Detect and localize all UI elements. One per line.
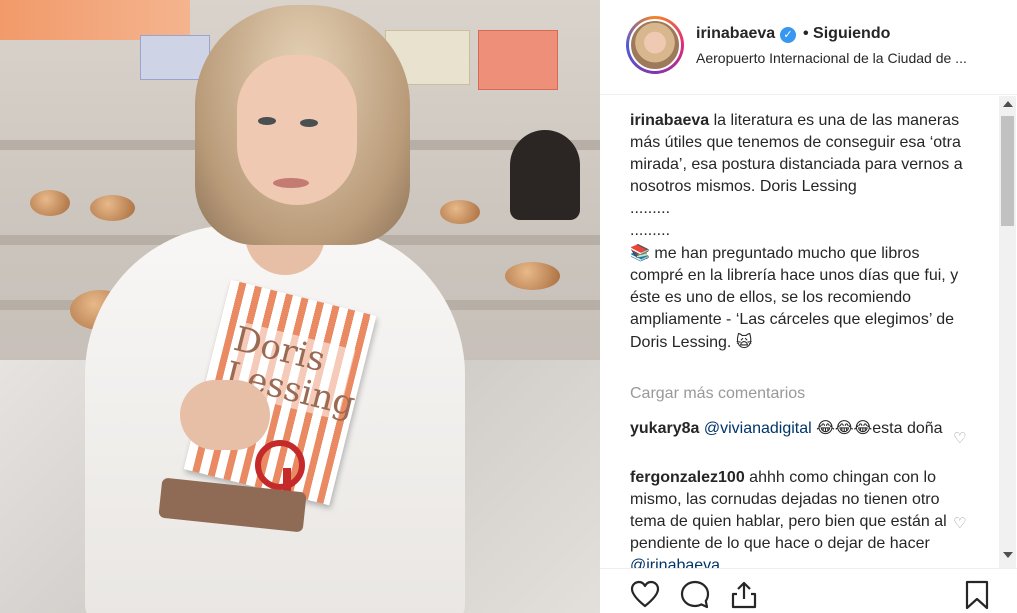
post-actions xyxy=(600,568,1017,613)
pastry xyxy=(440,200,480,224)
comment-mention[interactable]: @vivianadigital xyxy=(704,420,812,437)
location-link[interactable]: Aeropuerto Internacional de la Ciudad de… xyxy=(696,50,996,66)
verified-badge-icon: ✓ xyxy=(780,27,796,43)
bookmark-icon[interactable] xyxy=(961,579,993,611)
background-person xyxy=(510,130,580,220)
comment-item: fergonzalez100 ahhh como chingan con lo … xyxy=(630,467,965,568)
load-more-comments-button[interactable]: Cargar más comentarios xyxy=(630,385,805,403)
comments-scrollbar[interactable] xyxy=(999,96,1016,568)
pastry xyxy=(90,195,135,221)
bracelet xyxy=(255,440,305,490)
comment-username[interactable]: yukary8a xyxy=(630,420,699,437)
pastry xyxy=(505,262,560,290)
comment-text: esta doña xyxy=(872,420,943,437)
scroll-up-arrow-icon[interactable] xyxy=(1003,101,1013,107)
comment-like-heart-icon[interactable]: ♡ xyxy=(953,431,969,446)
hand xyxy=(180,380,270,450)
comment-emojis: 😂😂😂 xyxy=(816,418,873,437)
avatar[interactable] xyxy=(629,19,681,71)
eye xyxy=(300,119,318,127)
scrollbar-thumb[interactable] xyxy=(1001,116,1014,226)
lips xyxy=(273,178,309,188)
share-icon[interactable] xyxy=(728,579,760,611)
comment-mention[interactable]: @irinabaeva xyxy=(630,557,720,568)
post-photo[interactable]: Doris Lessing xyxy=(0,0,600,613)
caption-dots: ......... xyxy=(630,222,671,239)
comment-like-heart-icon[interactable]: ♡ xyxy=(953,516,969,531)
avatar-ring[interactable] xyxy=(626,16,684,74)
post-username[interactable]: irinabaeva xyxy=(696,25,775,43)
caption: irinabaeva la literatura es una de las m… xyxy=(630,110,965,354)
eye xyxy=(258,117,276,125)
caption-dots: ......... xyxy=(630,200,671,217)
comment-username[interactable]: fergonzalez100 xyxy=(630,469,745,486)
scream-emoji: 🙀 xyxy=(735,332,753,351)
background-light xyxy=(0,0,190,40)
caption-username[interactable]: irinabaeva xyxy=(630,112,709,129)
books-emoji: 📚 xyxy=(630,243,650,262)
background-sign xyxy=(478,30,558,90)
scroll-down-arrow-icon[interactable] xyxy=(1003,552,1013,558)
comments-section[interactable]: irinabaeva la literatura es una de las m… xyxy=(600,96,1017,568)
caption-text-2: me han preguntado mucho que libros compr… xyxy=(630,245,959,351)
following-label[interactable]: • Siguiendo xyxy=(803,25,890,43)
comment-icon[interactable] xyxy=(679,579,711,611)
post-header: irinabaeva ✓ • Siguiendo Aeropuerto Inte… xyxy=(600,0,1017,95)
pastry xyxy=(30,190,70,216)
heart-icon[interactable] xyxy=(629,579,661,611)
comment-item: yukary8a @vivianadigital 😂😂😂esta doña xyxy=(630,417,965,440)
post-panel: irinabaeva ✓ • Siguiendo Aeropuerto Inte… xyxy=(600,0,1017,613)
